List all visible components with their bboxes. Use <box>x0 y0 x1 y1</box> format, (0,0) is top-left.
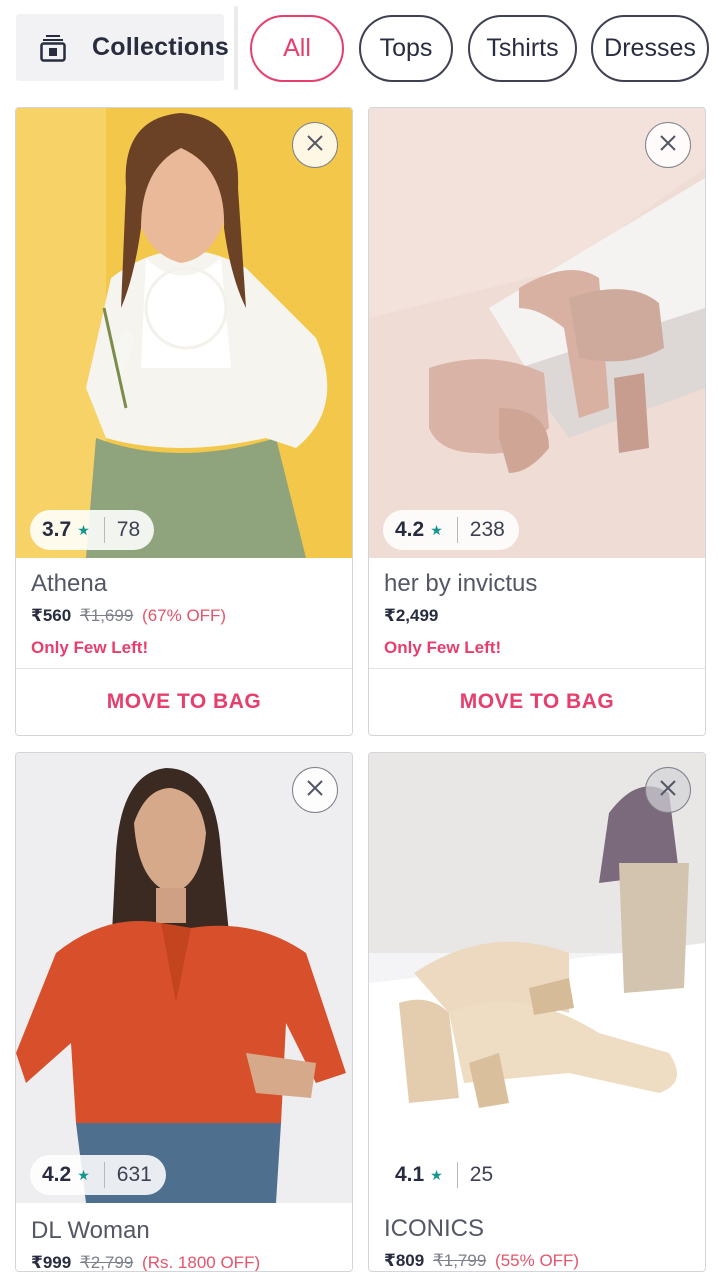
star-icon: ★ <box>77 521 90 538</box>
star-icon: ★ <box>77 1166 90 1183</box>
product-image[interactable] <box>369 753 705 1203</box>
stock-status: Only Few Left! <box>31 638 149 657</box>
product-brand: DL Woman <box>31 1217 150 1244</box>
rating-count: 78 <box>116 518 141 541</box>
product-price: ₹2,499 <box>384 606 439 625</box>
rating-badge: 4.2 ★ 238 <box>383 510 519 550</box>
product-price: ₹999 <box>31 1253 72 1272</box>
price-row: ₹809 ₹1,799 (55% OFF) <box>384 1251 694 1271</box>
star-icon: ★ <box>430 1166 443 1183</box>
move-to-bag-button[interactable]: MOVE TO BAG <box>369 669 705 735</box>
product-mrp: ₹1,699 <box>79 606 134 625</box>
product-mrp: ₹2,799 <box>79 1253 134 1272</box>
move-to-bag-button[interactable]: MOVE TO BAG <box>16 669 352 735</box>
rating-count: 25 <box>469 1163 494 1186</box>
filter-chip-label: Dresses <box>604 34 696 62</box>
product-card[interactable]: 3.7 ★ 78 Athena ₹560 ₹1,699 (67% OFF) On… <box>15 107 353 736</box>
collections-button[interactable]: Collections <box>16 14 229 81</box>
product-info: ICONICS ₹809 ₹1,799 (55% OFF) <box>384 1215 694 1271</box>
product-image[interactable] <box>16 108 352 558</box>
product-image[interactable] <box>16 753 352 1203</box>
rating-value: 4.2 <box>42 1163 72 1186</box>
product-discount: (67% OFF) <box>142 606 227 625</box>
rating-value: 4.2 <box>395 518 425 541</box>
product-discount: (Rs. 1800 OFF) <box>142 1253 261 1272</box>
rating-separator <box>103 1162 105 1188</box>
rating-count: 631 <box>116 1163 152 1186</box>
filter-divider <box>234 6 238 90</box>
product-brand: her by invictus <box>384 570 538 597</box>
product-info: Athena ₹560 ₹1,699 (67% OFF) Only Few Le… <box>31 570 341 658</box>
product-card[interactable]: 4.2 ★ 631 DL Woman ₹999 ₹2,799 (Rs. 1800… <box>15 752 353 1272</box>
remove-item-button[interactable] <box>645 122 691 168</box>
product-card[interactable]: 4.2 ★ 238 her by invictus ₹2,499 Only Fe… <box>368 107 706 736</box>
filter-chip-all[interactable]: All <box>250 15 344 82</box>
rating-separator <box>456 517 458 543</box>
price-row: ₹2,499 <box>384 606 694 626</box>
product-card[interactable]: 4.1 ★ 25 ICONICS ₹809 ₹1,799 (55% OFF) <box>368 752 706 1272</box>
filter-chip-dresses[interactable]: Dresses <box>591 15 709 82</box>
rating-badge: 4.2 ★ 631 <box>30 1155 166 1195</box>
filter-bar: Collections All Tops Tshirts Dresses <box>0 0 720 96</box>
rating-value: 3.7 <box>42 518 72 541</box>
filter-chip-tops[interactable]: Tops <box>359 15 453 82</box>
star-icon: ★ <box>430 521 443 538</box>
rating-value: 4.1 <box>395 1163 425 1186</box>
close-icon <box>659 779 677 802</box>
product-image[interactable] <box>369 108 705 558</box>
rating-separator <box>456 1162 458 1188</box>
filter-chip-label: Tops <box>379 34 433 62</box>
rating-separator <box>103 517 105 543</box>
collections-label: Collections <box>92 33 229 61</box>
collection-icon <box>40 34 66 62</box>
remove-item-button[interactable] <box>292 122 338 168</box>
product-info: her by invictus ₹2,499 Only Few Left! <box>384 570 694 658</box>
close-icon <box>306 134 324 157</box>
close-icon <box>306 779 324 802</box>
filter-chip-tshirts[interactable]: Tshirts <box>468 15 577 82</box>
close-icon <box>659 134 677 157</box>
remove-item-button[interactable] <box>645 767 691 813</box>
rating-badge: 4.1 ★ 25 <box>383 1155 508 1195</box>
rating-count: 238 <box>469 518 505 541</box>
filter-chip-label: Tshirts <box>486 34 559 62</box>
price-row: ₹999 ₹2,799 (Rs. 1800 OFF) <box>31 1253 341 1272</box>
price-row: ₹560 ₹1,699 (67% OFF) <box>31 606 341 626</box>
stock-status: Only Few Left! <box>384 638 502 657</box>
product-price: ₹560 <box>31 606 72 625</box>
product-info: DL Woman ₹999 ₹2,799 (Rs. 1800 OFF) <box>31 1217 341 1272</box>
filter-chip-label: All <box>283 34 311 62</box>
rating-badge: 3.7 ★ 78 <box>30 510 155 550</box>
product-brand: ICONICS <box>384 1215 485 1242</box>
remove-item-button[interactable] <box>292 767 338 813</box>
product-brand: Athena <box>31 570 108 597</box>
